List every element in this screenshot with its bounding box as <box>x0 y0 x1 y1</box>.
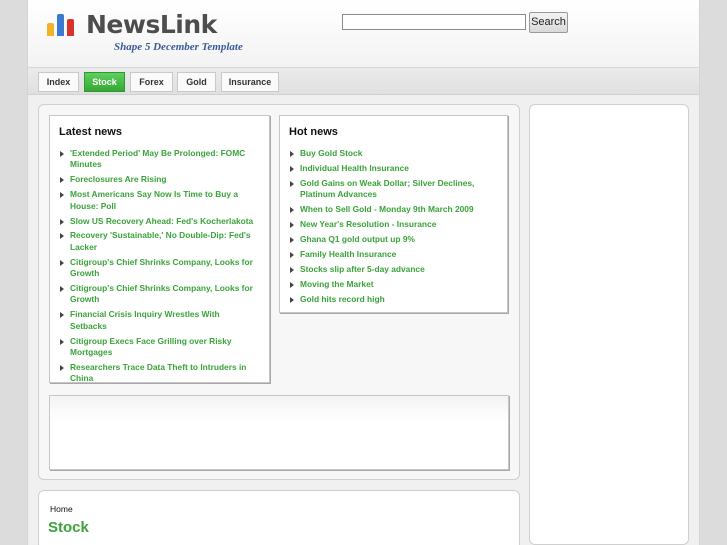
nav-item-index[interactable]: Index <box>38 72 79 92</box>
search-button[interactable]: Search <box>529 12 568 33</box>
latest-news-item[interactable]: Slow US Recovery Ahead: Fed's Kocherlako… <box>60 216 256 227</box>
latest-news-list: 'Extended Period' May Be Prolonged: FOMC… <box>60 148 256 388</box>
latest-news-panel: Latest news 'Extended Period' May Be Pro… <box>49 115 270 383</box>
hot-news-item[interactable]: Buy Gold Stock <box>290 148 486 159</box>
site-tagline: Shape 5 December Template <box>114 41 243 53</box>
content-area: Home Stock <box>38 490 520 545</box>
page-container: NewsLink Shape 5 December Template Searc… <box>27 0 700 545</box>
hot-news-item[interactable]: Family Health Insurance <box>290 249 486 260</box>
hot-news-item[interactable]: Individual Health Insurance <box>290 163 486 174</box>
breadcrumb[interactable]: Home <box>50 504 73 514</box>
latest-news-item[interactable]: 'Extended Period' May Be Prolonged: FOMC… <box>60 148 256 171</box>
hot-news-title: Hot news <box>289 126 338 138</box>
hot-news-item[interactable]: Gold Gains on Weak Dollar; Silver Declin… <box>290 178 486 201</box>
site-header: NewsLink Shape 5 December Template Searc… <box>28 0 699 68</box>
right-sidebar <box>529 104 689 545</box>
nav-item-forex[interactable]: Forex <box>130 72 173 92</box>
latest-news-item[interactable]: Most Americans Say Now Is Time to Buy a … <box>60 189 256 212</box>
hot-news-item[interactable]: Stocks slip after 5-day advance <box>290 264 486 275</box>
hot-news-item[interactable]: Moving the Market <box>290 279 486 290</box>
latest-news-title: Latest news <box>59 126 122 138</box>
hot-news-panel: Hot news Buy Gold Stock Individual Healt… <box>279 115 508 313</box>
latest-news-item[interactable]: Citigroup's Chief Shrinks Company, Looks… <box>60 257 256 280</box>
latest-news-item[interactable]: Foreclosures Are Rising <box>60 174 256 185</box>
nav-item-stock[interactable]: Stock <box>84 72 125 92</box>
empty-module-panel <box>49 395 509 470</box>
site-logo[interactable]: NewsLink <box>86 10 217 39</box>
search-input[interactable] <box>342 14 526 30</box>
hot-news-item[interactable]: Ghana Q1 gold output up 9% <box>290 234 486 245</box>
latest-news-item[interactable]: Researchers Trace Data Theft to Intruder… <box>60 362 256 385</box>
nav-item-insurance[interactable]: Insurance <box>221 72 279 92</box>
main-nav: Index Stock Forex Gold Insurance <box>28 68 699 95</box>
nav-item-gold[interactable]: Gold <box>177 72 216 92</box>
hot-news-list: Buy Gold Stock Individual Health Insuran… <box>290 148 486 308</box>
hot-news-item[interactable]: When to Sell Gold - Monday 9th March 200… <box>290 204 486 215</box>
hot-news-item[interactable]: Gold hits record high <box>290 294 486 305</box>
page-title: Stock <box>48 519 89 536</box>
latest-news-item[interactable]: Financial Crisis Inquiry Wrestles With S… <box>60 309 256 332</box>
latest-news-item[interactable]: Citigroup's Chief Shrinks Company, Looks… <box>60 283 256 306</box>
logo-bars-icon[interactable] <box>47 14 79 36</box>
latest-news-item[interactable]: Recovery 'Sustainable,' No Double-Dip: F… <box>60 230 256 253</box>
latest-news-item[interactable]: Citigroup Execs Face Grilling over Risky… <box>60 336 256 359</box>
hot-news-item[interactable]: New Year's Resolution - Insurance <box>290 219 486 230</box>
main-module-area: Latest news 'Extended Period' May Be Pro… <box>38 104 520 480</box>
